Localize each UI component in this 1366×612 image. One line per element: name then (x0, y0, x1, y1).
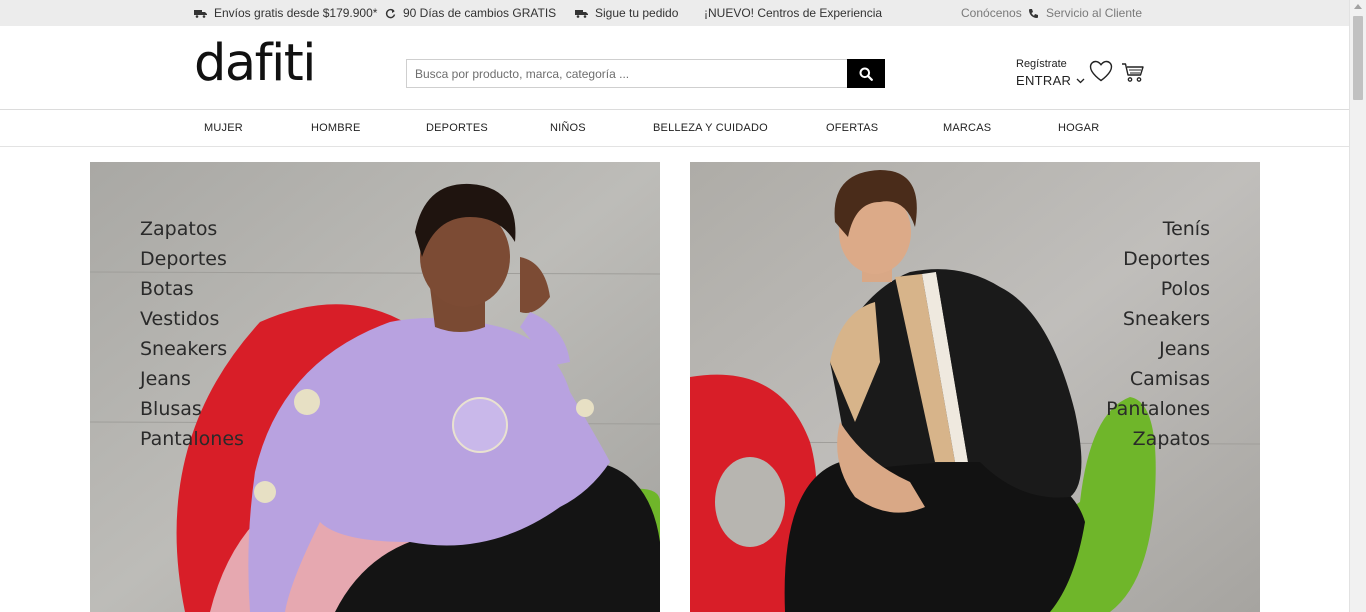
experience-centers-text: ¡NUEVO! Centros de Experiencia (704, 6, 883, 20)
men-cat-sneakers[interactable]: Sneakers (1106, 304, 1210, 334)
men-cat-zapatos[interactable]: Zapatos (1106, 424, 1210, 454)
women-category-list: Zapatos Deportes Botas Vestidos Sneakers… (140, 214, 244, 454)
nav-belleza-y-cuidado[interactable]: BELLEZA Y CUIDADO (653, 122, 768, 134)
returns-promo[interactable]: 90 Días de cambios GRATIS (385, 6, 556, 20)
chevron-down-icon (1076, 78, 1085, 83)
search-input[interactable] (406, 59, 847, 88)
nav-mujer[interactable]: MUJER (204, 122, 243, 134)
refresh-icon (385, 8, 396, 18)
nav-ninos[interactable]: NIÑOS (550, 122, 586, 134)
search-button[interactable] (847, 59, 885, 88)
track-order-text: Sigue tu pedido (595, 6, 679, 20)
heart-icon (1089, 60, 1113, 82)
about-link[interactable]: Conócenos (961, 6, 1022, 20)
cart-icon (1122, 63, 1144, 82)
nav-deportes[interactable]: DEPORTES (426, 122, 488, 134)
women-cat-zapatos[interactable]: Zapatos (140, 214, 244, 244)
women-banner[interactable]: Zapatos Deportes Botas Vestidos Sneakers… (90, 162, 660, 612)
women-cat-jeans[interactable]: Jeans (140, 364, 244, 394)
register-link[interactable]: Regístrate (1016, 57, 1085, 71)
nav-marcas[interactable]: MARCAS (943, 122, 991, 134)
account-menu[interactable]: Regístrate ENTRAR (1016, 57, 1085, 88)
nav-ofertas[interactable]: OFERTAS (826, 122, 878, 134)
customer-service-text: Servicio al Cliente (1046, 6, 1143, 20)
search-bar (406, 59, 885, 88)
track-order-link[interactable]: Sigue tu pedido (575, 6, 678, 20)
women-cat-sneakers[interactable]: Sneakers (140, 334, 244, 364)
login-label: ENTRAR (1016, 73, 1072, 88)
women-cat-botas[interactable]: Botas (140, 274, 244, 304)
scrollbar-thumb[interactable] (1353, 16, 1363, 100)
wishlist-button[interactable] (1089, 60, 1113, 87)
truck-icon (575, 9, 588, 18)
returns-text: 90 Días de cambios GRATIS (403, 6, 557, 20)
promo-bar: Envíos gratis desde $179.900* 90 Días de… (0, 0, 1349, 26)
page-scrollbar[interactable] (1349, 0, 1366, 612)
experience-centers-link[interactable]: ¡NUEVO! Centros de Experiencia (704, 6, 882, 20)
men-cat-deportes[interactable]: Deportes (1106, 244, 1210, 274)
free-shipping-promo[interactable]: Envíos gratis desde $179.900* (194, 6, 377, 20)
men-cat-pantalones[interactable]: Pantalones (1106, 394, 1210, 424)
women-cat-blusas[interactable]: Blusas (140, 394, 244, 424)
truck-icon (194, 9, 207, 18)
nav-hombre[interactable]: HOMBRE (311, 122, 360, 134)
phone-icon (1029, 8, 1038, 18)
women-cat-pantalones[interactable]: Pantalones (140, 424, 244, 454)
search-icon (859, 67, 873, 81)
men-cat-polos[interactable]: Polos (1106, 274, 1210, 304)
women-cat-vestidos[interactable]: Vestidos (140, 304, 244, 334)
login-dropdown[interactable]: ENTRAR (1016, 73, 1085, 88)
customer-service-link[interactable]: Servicio al Cliente (1028, 6, 1142, 20)
men-cat-jeans[interactable]: Jeans (1106, 334, 1210, 364)
dafiti-logo[interactable]: dafiti (194, 38, 316, 89)
men-category-list: Tenís Deportes Polos Sneakers Jeans Cami… (1106, 214, 1210, 454)
women-cat-deportes[interactable]: Deportes (140, 244, 244, 274)
men-banner[interactable]: Tenís Deportes Polos Sneakers Jeans Cami… (690, 162, 1260, 612)
about-text: Conócenos (961, 6, 1022, 20)
site-header: dafiti Regístrate ENTRAR (0, 26, 1349, 110)
free-shipping-text: Envíos gratis desde $179.900* (214, 6, 378, 20)
men-cat-camisas[interactable]: Camisas (1106, 364, 1210, 394)
scroll-up-arrow-icon[interactable] (1354, 4, 1362, 9)
men-cat-tenis[interactable]: Tenís (1106, 214, 1210, 244)
main-navigation: MUJER HOMBRE DEPORTES NIÑOS BELLEZA Y CU… (0, 110, 1349, 147)
nav-hogar[interactable]: HOGAR (1058, 122, 1099, 134)
cart-button[interactable] (1121, 62, 1145, 88)
